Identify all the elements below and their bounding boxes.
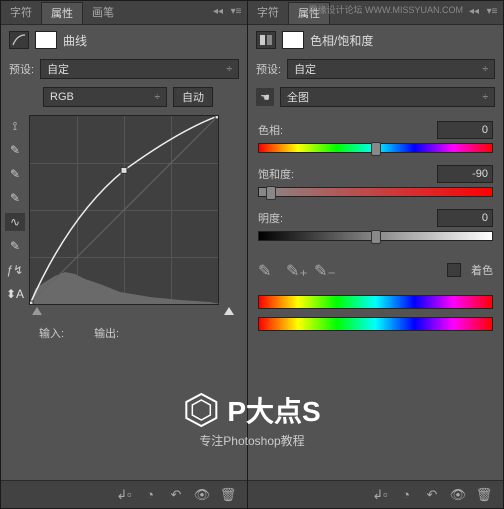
eyedropper-white-icon[interactable]: ✎	[5, 189, 25, 207]
white-point-handle[interactable]	[224, 307, 234, 315]
adjustment-title: 色相/饱和度	[310, 32, 373, 49]
sat-thumb[interactable]	[266, 186, 276, 200]
preset-select[interactable]: 自定	[40, 59, 239, 79]
eyedropper-row: ✎ ✎₊ ✎₋ 着色	[258, 253, 493, 287]
preset-label: 预设:	[256, 61, 281, 77]
visibility-icon[interactable]: 👁	[193, 486, 211, 504]
hue-thumb[interactable]	[371, 142, 381, 156]
hue-label: 色相:	[258, 122, 283, 138]
curve-line	[30, 116, 218, 304]
auto-button[interactable]: 自动	[173, 87, 213, 107]
clip-layer-icon[interactable]: ↲▫	[371, 486, 389, 504]
curves-main: ⟟ ✎ ✎ ✎ ∿ ✎ ƒ↯ ⬍А	[1, 111, 247, 321]
hue-range-bar-top[interactable]	[258, 295, 493, 309]
trash-icon[interactable]: 🗑	[219, 486, 237, 504]
light-thumb[interactable]	[371, 230, 381, 244]
curve-graph[interactable]	[29, 115, 219, 305]
tab-character[interactable]: 字符	[1, 2, 41, 24]
adjustment-title: 曲线	[63, 32, 87, 49]
menu-icon[interactable]: ▾≡	[485, 4, 499, 18]
hue-slider-group: 色相:	[258, 121, 493, 153]
target-adjust-icon[interactable]: ⟟	[5, 117, 25, 135]
input-handles	[29, 305, 237, 317]
visibility-icon[interactable]: 👁	[449, 486, 467, 504]
output-label: 输出:	[94, 325, 119, 341]
range-select[interactable]: 全图	[280, 87, 495, 107]
input-label: 输入:	[39, 325, 64, 341]
light-label: 明度:	[258, 210, 283, 226]
colorize-label: 着色	[471, 262, 493, 278]
collapse-icon[interactable]: ◂◂	[467, 4, 481, 18]
smooth-icon[interactable]: ƒ↯	[5, 261, 25, 279]
eyedropper-sub-icon[interactable]: ✎₋	[314, 261, 332, 279]
mask-thumb[interactable]	[282, 31, 304, 49]
hue-sat-panel: 思缘设计论坛 WWW.MISSYUAN.COM 字符 属性 ◂◂ ▾≡ 色相/饱…	[248, 0, 504, 509]
hue-value[interactable]	[437, 121, 493, 139]
tab-character[interactable]: 字符	[248, 2, 288, 24]
tab-bar: 字符 属性 画笔 ◂◂ ▾≡	[1, 1, 247, 25]
target-adjust-icon[interactable]: ☚	[256, 88, 274, 106]
preset-label: 预设:	[9, 61, 34, 77]
sat-track[interactable]	[258, 187, 493, 197]
clip-layer-icon[interactable]: ↲▫	[115, 486, 133, 504]
curve-point-icon[interactable]: ∿	[5, 213, 25, 231]
tool-column: ⟟ ✎ ✎ ✎ ∿ ✎ ƒ↯ ⬍А	[1, 111, 29, 321]
sat-label: 饱和度:	[258, 166, 294, 182]
adjustment-header: 色相/饱和度	[248, 25, 503, 55]
bottom-bar: ↲▫ ◔ ↶ 👁 🗑	[1, 480, 247, 508]
mask-thumb[interactable]	[35, 31, 57, 49]
curves-panel: 字符 属性 画笔 ◂◂ ▾≡ 曲线 预设: 自定 RGB 自动 ⟟ ✎ ✎ ✎ …	[0, 0, 248, 509]
sat-value[interactable]	[437, 165, 493, 183]
curves-icon	[9, 31, 29, 49]
reset-icon[interactable]: ↶	[423, 486, 441, 504]
reset-icon[interactable]: ↶	[167, 486, 185, 504]
clip-icon[interactable]: ⬍А	[5, 285, 25, 303]
channel-select[interactable]: RGB	[43, 87, 167, 107]
sliders-body: 色相: 饱和度: 明度: ✎	[248, 111, 503, 343]
adjustment-header: 曲线	[1, 25, 247, 55]
light-slider-group: 明度:	[258, 209, 493, 241]
hue-sat-icon	[256, 31, 276, 49]
bottom-bar: ↲▫ ◔ ↶ 👁 🗑	[248, 480, 503, 508]
sat-slider-group: 饱和度:	[258, 165, 493, 197]
curve-area	[29, 111, 247, 321]
eyedropper-add-icon[interactable]: ✎₊	[286, 261, 304, 279]
eyedropper-gray-icon[interactable]: ✎	[5, 165, 25, 183]
tab-properties[interactable]: 属性	[41, 2, 83, 24]
view-previous-icon[interactable]: ◔	[397, 486, 415, 504]
preset-select[interactable]: 自定	[287, 59, 495, 79]
hue-track[interactable]	[258, 143, 493, 153]
hue-range-bar-bottom[interactable]	[258, 317, 493, 331]
colorize-checkbox[interactable]	[447, 263, 461, 277]
io-row: 输入: 输出:	[1, 321, 247, 345]
light-value[interactable]	[437, 209, 493, 227]
view-previous-icon[interactable]: ◔	[141, 486, 159, 504]
top-watermark: 思缘设计论坛 WWW.MISSYUAN.COM	[309, 3, 464, 16]
range-row: ☚ 全图	[248, 83, 503, 111]
tab-brush[interactable]: 画笔	[83, 2, 123, 24]
preset-row: 预设: 自定	[1, 55, 247, 83]
menu-icon[interactable]: ▾≡	[229, 4, 243, 18]
black-point-handle[interactable]	[32, 307, 42, 315]
eyedropper-black-icon[interactable]: ✎	[5, 141, 25, 159]
collapse-icon[interactable]: ◂◂	[211, 4, 225, 18]
eyedropper-icon[interactable]: ✎	[258, 261, 276, 279]
pencil-icon[interactable]: ✎	[5, 237, 25, 255]
preset-row: 预设: 自定	[248, 55, 503, 83]
trash-icon[interactable]: 🗑	[475, 486, 493, 504]
channel-row: RGB 自动	[1, 83, 247, 111]
light-track[interactable]	[258, 231, 493, 241]
